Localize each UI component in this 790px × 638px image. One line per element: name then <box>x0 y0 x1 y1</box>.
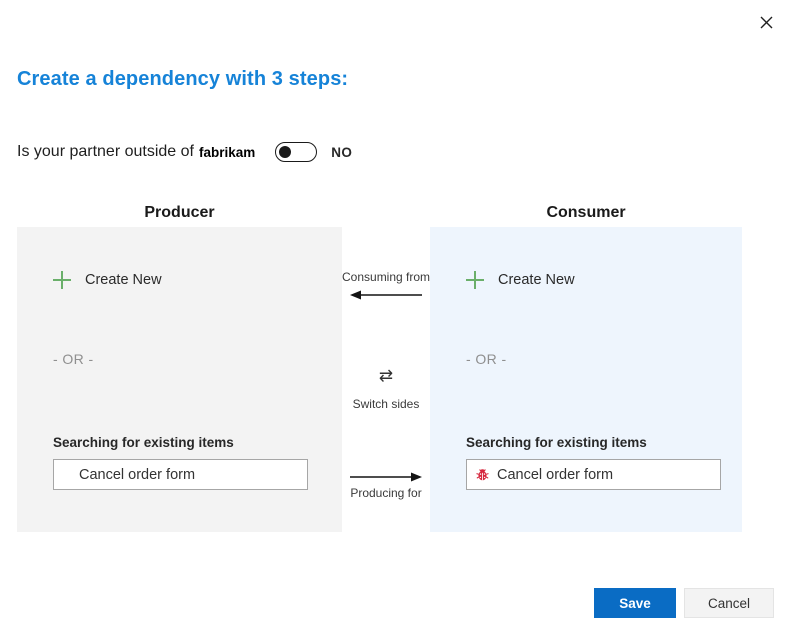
consumer-panel: Create New - OR - Searching for existing… <box>430 227 742 532</box>
producer-heading: Producer <box>17 204 342 222</box>
switch-sides-label[interactable]: Switch sides <box>342 397 430 411</box>
close-button[interactable] <box>750 6 782 38</box>
consumer-search-value: Cancel order form <box>497 467 613 483</box>
producer-search-label: Searching for existing items <box>53 435 308 450</box>
consumer-search-label: Searching for existing items <box>466 435 721 450</box>
producer-create-new-button[interactable]: Create New <box>53 271 162 289</box>
switch-sides-icon[interactable]: ⇄ <box>342 367 430 384</box>
toggle-knob <box>279 146 291 158</box>
consumer-create-new-label: Create New <box>498 272 575 288</box>
partner-scope-row: Is your partner outside of fabrikam NO <box>17 140 352 164</box>
consumer-search-input[interactable]: Cancel order form <box>466 459 721 490</box>
cancel-button[interactable]: Cancel <box>684 588 774 618</box>
plus-icon <box>466 271 484 289</box>
close-icon <box>760 16 773 29</box>
producer-create-new-label: Create New <box>85 272 162 288</box>
consumer-create-new-button[interactable]: Create New <box>466 271 575 289</box>
bug-icon <box>475 467 490 482</box>
partner-outside-toggle[interactable] <box>275 142 317 162</box>
consuming-from-label: Consuming from <box>342 270 430 284</box>
producer-or-divider: - OR - <box>53 351 94 367</box>
producer-search-block: Searching for existing items Cancel orde… <box>53 435 308 490</box>
dialog-footer: Save Cancel <box>594 588 774 618</box>
organization-name: fabrikam <box>199 145 255 160</box>
connector-column: Consuming from ⇄ Switch sides Producing … <box>342 227 430 532</box>
consumer-heading: Consumer <box>430 204 742 222</box>
consumer-or-divider: - OR - <box>466 351 507 367</box>
producer-search-input[interactable]: Cancel order form <box>53 459 308 490</box>
producing-for-arrow-icon <box>350 471 422 483</box>
producer-panel: Create New - OR - Searching for existing… <box>17 227 342 532</box>
toggle-state-label: NO <box>331 145 352 160</box>
consuming-from-arrow-icon <box>350 289 422 301</box>
page-title: Create a dependency with 3 steps: <box>17 68 348 91</box>
save-button[interactable]: Save <box>594 588 676 618</box>
producing-for-label: Producing for <box>342 486 430 500</box>
consumer-search-block: Searching for existing items Cancel orde… <box>466 435 721 490</box>
producer-search-value: Cancel order form <box>79 467 195 483</box>
partner-question-label: Is your partner outside of <box>17 143 194 161</box>
plus-icon <box>53 271 71 289</box>
